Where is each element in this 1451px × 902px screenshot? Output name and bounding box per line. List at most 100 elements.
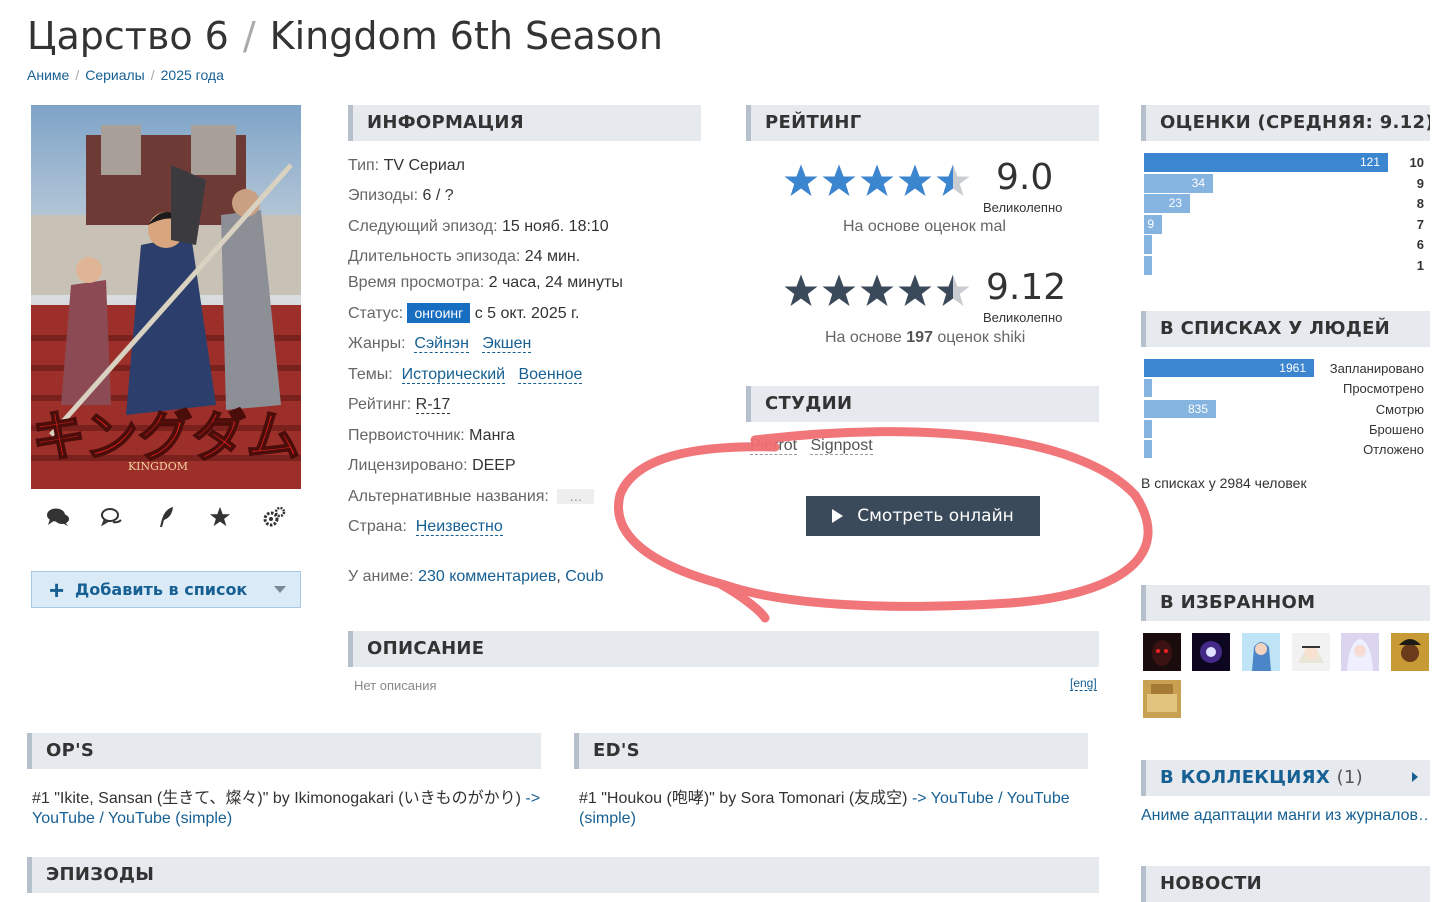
list-label: Отложено: [1363, 442, 1424, 458]
alt-names-expand[interactable]: …: [557, 489, 595, 504]
info-next-episode: Следующий эпизод: 15 нояб. 18:10: [348, 218, 609, 235]
poster-art: キングダム KINGDOM: [31, 105, 301, 489]
favorite-avatar[interactable]: [1143, 680, 1181, 718]
poster-logo-sub: KINGDOM: [128, 460, 188, 473]
score-bar: 23: [1144, 194, 1190, 213]
op-youtube-link[interactable]: YouTube: [32, 810, 95, 827]
description-eng-link[interactable]: [eng]: [1070, 676, 1097, 691]
info-rating: Рейтинг: R-17: [348, 396, 451, 414]
coub-link[interactable]: Coub: [565, 568, 603, 585]
ed-youtube-link[interactable]: YouTube: [931, 790, 994, 807]
caret-down-icon[interactable]: [274, 586, 286, 593]
genre-link-action[interactable]: Экшен: [482, 335, 532, 353]
score-label: 10: [1409, 155, 1424, 170]
description-heading: ОПИСАНИЕ: [348, 631, 1099, 667]
favorites-heading: В ИЗБРАННОМ: [1141, 585, 1430, 621]
genre-link-seinen[interactable]: Сэйнэн: [414, 335, 469, 353]
score-label: 1: [1416, 257, 1424, 273]
eds-heading: ED'S: [574, 733, 1088, 769]
news-heading: НОВОСТИ: [1141, 866, 1430, 902]
favorite-avatar[interactable]: [1242, 633, 1280, 671]
ops-heading: OP'S: [27, 733, 541, 769]
studios-heading: СТУДИИ: [746, 386, 1099, 422]
quill-icon[interactable]: [151, 502, 181, 532]
studios-list: Pierrot Signpost: [750, 437, 873, 455]
op-arrow-link[interactable]: ->: [525, 790, 540, 807]
theme-link-military[interactable]: Военное: [518, 366, 583, 384]
info-themes: Темы: Исторический Военное: [348, 366, 583, 384]
favorite-avatar[interactable]: [1143, 633, 1181, 671]
list-bar: [1144, 440, 1152, 459]
watch-online-button[interactable]: Смотреть онлайн: [806, 496, 1040, 536]
comments-icon[interactable]: [43, 502, 73, 532]
list-label: Брошено: [1368, 421, 1424, 437]
theme-link-historical[interactable]: Исторический: [401, 366, 506, 384]
description-text: Нет описания: [354, 678, 437, 693]
score-bar: [1144, 255, 1152, 275]
rating-heading: РЕЙТИНГ: [746, 105, 1099, 141]
op-links: YouTube / YouTube (simple): [32, 810, 233, 827]
favorite-avatar[interactable]: [1292, 633, 1330, 671]
favorite-avatar[interactable]: [1192, 633, 1230, 671]
info-country: Страна: Неизвестно: [348, 518, 503, 536]
title-ru: Царство 6: [27, 14, 229, 58]
studio-link-signpost[interactable]: Signpost: [810, 437, 873, 455]
list-bar: [1144, 379, 1152, 398]
mal-verdict: Великолепно: [983, 200, 1063, 215]
list-label: Смотрю: [1375, 401, 1424, 417]
shiki-score: 9.12: [986, 267, 1067, 308]
rating-star-icon: [898, 274, 932, 306]
in-lists-heading: В СПИСКАХ У ЛЮДЕЙ: [1141, 311, 1430, 347]
info-episodes: Эпизоды: 6 / ?: [348, 187, 454, 204]
favorite-avatar[interactable]: [1391, 633, 1429, 671]
shiki-note: На основе 197 оценок shiki: [825, 329, 1026, 346]
list-bar: 835: [1144, 399, 1216, 418]
breadcrumb-year[interactable]: 2025 года: [161, 67, 224, 83]
mal-stars: [782, 163, 972, 199]
list-bar: 1961: [1144, 359, 1314, 377]
rating-star-icon: [784, 274, 818, 306]
score-bar: 34: [1144, 173, 1213, 193]
reviews-icon[interactable]: [97, 502, 127, 532]
shiki-verdict: Великолепно: [983, 310, 1063, 325]
episodes-heading: ЭПИЗОДЫ: [27, 857, 1099, 893]
comments-link[interactable]: 230 комментариев: [418, 568, 556, 585]
rating-value[interactable]: R-17: [415, 396, 451, 414]
breadcrumb: Аниме / Сериалы/2025 года: [27, 67, 224, 83]
info-alt-names: Альтернативные названия: …: [348, 488, 595, 506]
mal-score: 9.0: [996, 157, 1054, 198]
info-duration: Длительность эпизода: 24 мин.: [348, 248, 581, 265]
add-to-list-label: Добавить в список: [75, 580, 248, 599]
ed-links: (simple): [579, 810, 636, 828]
status-badge: онгоинг: [407, 303, 471, 323]
studio-link-pierrot[interactable]: Pierrot: [750, 437, 798, 455]
country-link[interactable]: Неизвестно: [415, 518, 503, 536]
action-icons: [31, 502, 301, 532]
collection-link[interactable]: Аниме адаптации манги из журналов…: [1141, 807, 1430, 825]
chevron-right-icon[interactable]: [1412, 772, 1418, 782]
favorite-avatar[interactable]: [1341, 633, 1379, 671]
star-icon[interactable]: [205, 502, 235, 532]
shiki-stars: [782, 273, 972, 309]
score-bar: 121: [1144, 153, 1388, 172]
poster-image[interactable]: キングダム KINGDOM: [31, 105, 301, 489]
breadcrumb-anime[interactable]: Аниме: [27, 67, 69, 83]
op-youtube-simple-link[interactable]: YouTube (simple): [108, 810, 232, 827]
ed-arrow-link[interactable]: ->: [912, 790, 927, 807]
breadcrumb-series[interactable]: Сериалы: [85, 67, 145, 83]
gears-icon[interactable]: [259, 502, 289, 532]
plus-icon: +: [49, 574, 65, 605]
list-label: Запланировано: [1329, 361, 1424, 376]
in-lists-total: В списках у 2984 человек: [1141, 475, 1307, 491]
collections-heading[interactable]: В КОЛЛЕКЦИЯХ (1): [1141, 760, 1430, 796]
rating-star-icon: [898, 164, 932, 196]
ed-youtube-simple-suffix[interactable]: (simple): [579, 810, 636, 827]
play-icon: [832, 509, 844, 523]
add-to-list-button[interactable]: + Добавить в список: [31, 571, 301, 608]
mal-note: На основе оценок mal: [843, 218, 1006, 235]
title-en: Kingdom 6th Season: [269, 14, 663, 58]
list-bar: [1144, 419, 1152, 438]
page-title: Царство 6 / Kingdom 6th Season: [27, 14, 663, 58]
ed-youtube-simple-link[interactable]: YouTube: [1007, 790, 1070, 807]
title-sep: /: [242, 14, 256, 58]
